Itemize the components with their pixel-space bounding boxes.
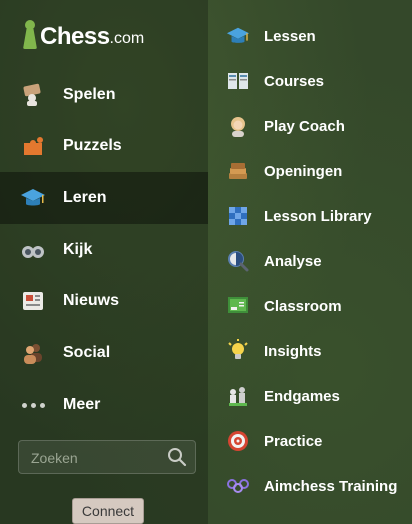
submenu-label: Insights	[264, 342, 322, 360]
nav-item-nieuws[interactable]: Nieuws	[0, 275, 208, 327]
logo-word: Chess	[40, 23, 110, 50]
submenu-label: Endgames	[264, 387, 340, 405]
submenu-item-lessen[interactable]: Lessen	[226, 16, 316, 56]
target-icon	[226, 429, 250, 453]
submenu-item-endgames[interactable]: Endgames	[226, 376, 340, 416]
nav-label: Spelen	[63, 86, 116, 103]
opening-book-icon	[226, 159, 250, 183]
submenu-label: Openingen	[264, 162, 343, 180]
submenu-item-lesson-library[interactable]: Lesson Library	[226, 196, 372, 236]
search-input[interactable]	[29, 441, 163, 475]
people-icon	[20, 340, 46, 366]
graduation-cap-icon	[20, 185, 46, 211]
submenu-label: Lesson Library	[264, 207, 372, 225]
chesscom-logo[interactable]: Chess .com	[22, 20, 144, 50]
lightbulb-icon	[226, 339, 250, 363]
nav-item-leren[interactable]: Leren	[0, 172, 208, 224]
nav-label: Leren	[63, 189, 107, 206]
more-dots-icon	[20, 392, 46, 418]
binoculars-icon	[20, 237, 46, 263]
aimchess-icon	[226, 474, 250, 498]
learn-submenu: Lessen Courses Play Coach Openingen Less…	[208, 0, 412, 524]
nav-label: Kijk	[63, 241, 93, 258]
nav-item-kijk[interactable]: Kijk	[0, 224, 208, 276]
submenu-item-aimchess-training[interactable]: Aimchess Training	[226, 466, 397, 506]
submenu-label: Practice	[264, 432, 323, 450]
nav-label: Meer	[63, 396, 101, 413]
nav-label: Social	[63, 344, 111, 361]
nav-item-puzzels[interactable]: Puzzels	[0, 120, 208, 172]
submenu-label: Play Coach	[264, 117, 345, 135]
library-icon	[226, 204, 250, 228]
submenu-item-classroom[interactable]: Classroom	[226, 286, 342, 326]
pawn-logo-icon	[22, 20, 38, 50]
endgames-icon	[226, 384, 250, 408]
search-box	[18, 440, 196, 475]
submenu-item-openingen[interactable]: Openingen	[226, 151, 342, 191]
search-icon[interactable]	[167, 447, 187, 467]
nav-label: Puzzels	[63, 137, 122, 154]
connect-button[interactable]: Connect	[72, 498, 144, 524]
submenu-item-insights[interactable]: Insights	[226, 331, 322, 371]
coach-icon	[226, 114, 250, 138]
submenu-label: Aimchess Training	[264, 477, 398, 495]
submenu-item-courses[interactable]: Courses	[226, 61, 324, 101]
submenu-label: Analyse	[264, 252, 322, 270]
submenu-label: Courses	[264, 72, 325, 90]
main-sidebar: Chess .com Spelen Puzzels Leren Kijk Nie…	[0, 0, 208, 524]
logo-suffix: .com	[109, 30, 145, 47]
nav-item-meer[interactable]: Meer	[0, 379, 208, 431]
nav-item-spelen[interactable]: Spelen	[0, 69, 208, 121]
book-icon	[226, 69, 250, 93]
play-icon	[20, 82, 46, 108]
newspaper-icon	[20, 288, 46, 314]
submenu-label: Lessen	[264, 27, 316, 45]
analysis-icon	[226, 249, 250, 273]
nav-item-social[interactable]: Social	[0, 327, 208, 379]
nav-label: Nieuws	[63, 292, 120, 309]
chess-menu: Chess .com Spelen Puzzels Leren Kijk Nie…	[0, 0, 412, 524]
classroom-icon	[226, 294, 250, 318]
graduation-cap-icon	[226, 24, 250, 48]
submenu-label: Classroom	[264, 297, 342, 315]
submenu-item-play-coach[interactable]: Play Coach	[226, 106, 345, 146]
puzzle-icon	[20, 133, 46, 159]
submenu-item-analyse[interactable]: Analyse	[226, 241, 322, 281]
submenu-item-practice[interactable]: Practice	[226, 421, 322, 461]
